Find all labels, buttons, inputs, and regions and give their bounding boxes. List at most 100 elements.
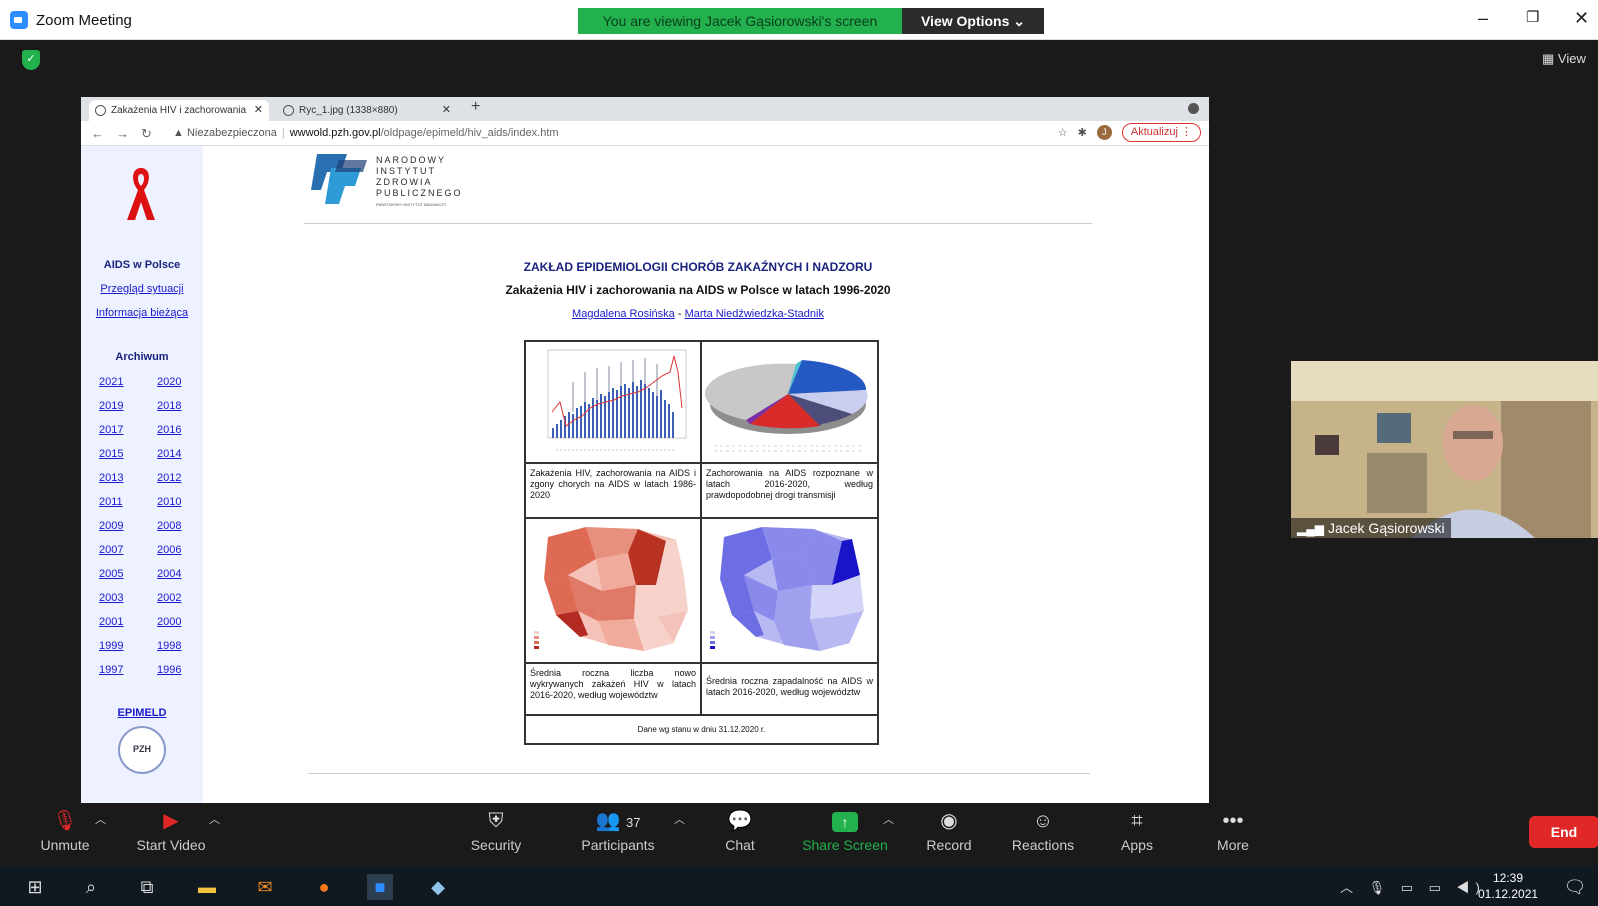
search-icon[interactable]: ⌕ [78,874,104,900]
year-link[interactable]: 2005 [99,568,123,580]
notifications-icon[interactable]: 🗨 [1562,874,1588,900]
unmute-label: Unmute [40,837,90,853]
year-link[interactable]: 2021 [99,376,123,388]
bookmark-star-icon[interactable]: ☆ [1058,126,1068,139]
year-link[interactable]: 2014 [157,448,181,460]
year-link[interactable]: 1999 [99,640,123,652]
sidebar-heading: AIDS w Polsce [103,259,181,271]
year-link[interactable]: 2018 [157,400,181,412]
figure-hiv-map[interactable] [525,518,701,663]
zoom-toolbar: 🎙 Unmute ︿ ▶ Start Video ︿ ⛨ Security 👥 … [0,803,1598,863]
logo-line: ZDROWIA [376,177,433,187]
epimeld-logo[interactable] [118,726,166,774]
shield-icon: ⛨ [488,810,504,832]
share-options-caret-icon[interactable]: ︿ [883,811,894,827]
divider [308,773,1090,774]
app-taskbar-icon[interactable]: ◆ [425,874,451,900]
view-options-button[interactable]: View Options ⌄ [902,8,1044,34]
firefox-icon[interactable]: ● [311,874,337,900]
tab-close-icon[interactable]: ✕ [254,100,263,121]
year-link[interactable]: 2004 [157,568,181,580]
reload-icon[interactable]: ↻ [141,126,152,142]
year-link[interactable]: 2006 [157,544,181,556]
back-icon[interactable]: ← [91,126,104,141]
author-link[interactable]: Marta Niedźwiedzka-Stadnik [685,308,824,320]
year-link[interactable]: 2015 [99,448,123,460]
participants-button[interactable]: 👥 37 Participants [578,807,658,853]
year-link[interactable]: 1998 [157,640,181,652]
red-ribbon-icon [127,168,155,220]
participants-caret-icon[interactable]: ︿ [674,811,685,827]
url-field[interactable]: ▲ Niezabezpieczona | wwwold.pzh.gov.pl/old… [173,124,1073,143]
year-link[interactable]: 2020 [157,376,181,388]
main-content: NARODOWY INSTYTUT ZDROWIA PUBLICZNEGO PA… [203,146,1209,803]
tab-search-icon[interactable] [1188,103,1199,114]
start-video-button[interactable]: ▶ Start Video [133,807,209,853]
unmute-button[interactable]: 🎙 Unmute [35,807,95,853]
year-link[interactable]: 1996 [157,664,181,676]
outlook-icon[interactable]: ✉ [252,874,278,900]
security-button[interactable]: ⛨ Security [466,807,526,853]
sidebar-link-informacja[interactable]: Informacja bieżąca [81,307,203,319]
tab-ryc[interactable]: Ryc_1.jpg (1338×880) ✕ [277,100,457,121]
update-button[interactable]: Aktualizuj ⋮ [1121,123,1201,142]
reactions-button[interactable]: ☺ Reactions [1011,807,1075,853]
forward-icon[interactable]: → [116,126,129,141]
profile-avatar[interactable]: J [1096,125,1112,140]
share-screen-icon: ↑ [802,807,888,835]
year-link[interactable]: 2012 [157,472,181,484]
participant-name: Jacek Gąsiorowski [1327,520,1445,536]
figure-caption: Zakażenia HIV, zachorowania na AIDS i zg… [525,463,701,518]
year-link[interactable]: 2010 [157,496,181,508]
tab-close-icon[interactable]: ✕ [442,100,451,121]
zoom-taskbar-icon[interactable]: ■ [367,874,393,900]
minimize-icon[interactable]: – [1478,8,1488,29]
year-link[interactable]: 2008 [157,520,181,532]
close-icon[interactable]: ✕ [1574,8,1589,29]
windows-start-icon[interactable]: ⊞ [22,874,48,900]
video-off-icon: ▶ [163,810,179,832]
view-button[interactable]: ▦ View [1542,48,1598,70]
security-shield-icon[interactable]: ✓ [22,50,40,70]
year-link[interactable]: 2001 [99,616,123,628]
video-options-caret-icon[interactable]: ︿ [209,811,220,827]
file-explorer-icon[interactable]: ▬ [194,874,220,900]
apps-button[interactable]: ⌗ Apps [1117,807,1157,853]
participant-video[interactable]: ▂▄▆ Jacek Gąsiorowski [1291,361,1598,538]
year-link[interactable]: 2002 [157,592,181,604]
view-label: View [1557,51,1586,66]
year-link[interactable]: 2003 [99,592,123,604]
audio-options-caret-icon[interactable]: ︿ [95,811,106,827]
record-button[interactable]: ◉ Record [924,807,974,853]
end-meeting-button[interactable]: End [1529,816,1598,848]
taskbar-clock[interactable]: 12:39 01.12.2021 [1478,870,1538,902]
epimeld-link[interactable]: EPIMELD [81,707,203,719]
year-link[interactable]: 2013 [99,472,123,484]
zoom-title-bar: Zoom Meeting You are viewing Jacek Gąsio… [0,0,1598,40]
more-button[interactable]: ••• More [1211,807,1255,853]
restore-icon[interactable]: ❐ [1526,8,1539,26]
site-sidebar: AIDS w Polsce Przegląd sytuacji Informac… [81,146,203,803]
year-link[interactable]: 1997 [99,664,123,676]
task-view-icon[interactable]: ⧉ [134,874,160,900]
extensions-icon[interactable]: ✱ [1078,126,1087,139]
year-link[interactable]: 2019 [99,400,123,412]
share-screen-button[interactable]: ↑ Share Screen [802,807,888,853]
year-link[interactable]: 2009 [99,520,123,532]
figure-hiv-chart[interactable] [525,341,701,463]
year-link[interactable]: 2007 [99,544,123,556]
new-tab-icon[interactable]: + [471,98,480,116]
year-link[interactable]: 2016 [157,424,181,436]
year-link[interactable]: 2011 [99,496,123,508]
tab-hiv[interactable]: Zakażenia HIV i zachorowania ✕ [89,100,269,121]
sidebar-link-przeglad[interactable]: Przegląd sytuacji [81,283,203,295]
signal-bars-icon: ▂▄▆ [1297,522,1324,536]
figure-aids-pie[interactable] [701,341,878,463]
author-link[interactable]: Magdalena Rosińska [572,308,675,320]
figure-aids-map[interactable] [701,518,878,663]
hiv-chart-thumbnail [547,349,687,451]
year-link[interactable]: 2000 [157,616,181,628]
chat-button[interactable]: 💬 Chat [720,807,760,853]
system-tray[interactable]: ︿ 🎙 ▭ ▭ ◀) [1340,877,1486,896]
year-link[interactable]: 2017 [99,424,123,436]
